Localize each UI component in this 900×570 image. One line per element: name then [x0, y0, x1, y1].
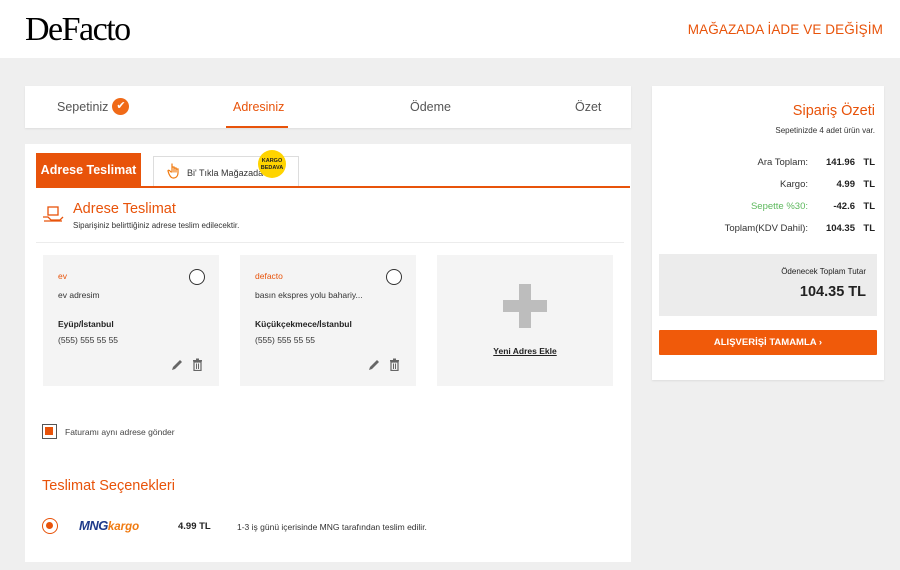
shipping-radio[interactable]: [42, 518, 58, 534]
address-phone: (555) 555 55 55: [58, 335, 119, 345]
invoice-same-checkbox[interactable]: [42, 424, 57, 439]
address-line: basın ekspres yolu bahariy...: [255, 290, 363, 300]
trash-icon[interactable]: [192, 358, 203, 371]
mng-kargo-logo: MNGkargo: [79, 518, 140, 533]
store-pickup-label: Bi' Tıkla Mağazada: [187, 168, 264, 178]
delivery-panel: Adrese Teslimat Bi' Tıkla Mağazada KARGO…: [25, 144, 631, 562]
add-address-card[interactable]: Yeni Adres Ekle: [437, 255, 613, 386]
address-name: defacto: [255, 271, 283, 281]
address-section-subtitle: Siparişiniz belirttiğiniz adrese teslim …: [73, 221, 240, 230]
address-radio[interactable]: [386, 269, 402, 285]
trash-icon[interactable]: [389, 358, 400, 371]
section-divider: [36, 242, 624, 243]
payable-total-label: Ödenecek Toplam Tutar: [781, 267, 866, 276]
invoice-same-label: Faturamı aynı adrese gönder: [65, 427, 175, 437]
address-city: Küçükçekmece/İstanbul: [255, 319, 352, 329]
brand-logo[interactable]: DeFacto: [25, 11, 131, 49]
address-name: ev: [58, 271, 67, 281]
payable-total-value: 104.35 TL: [799, 284, 866, 300]
step-cart-label: Sepetiniz: [57, 100, 109, 114]
step-address[interactable]: Adresiniz: [233, 100, 284, 114]
address-radio[interactable]: [189, 269, 205, 285]
plus-icon-vertical: [519, 284, 531, 328]
radio-dot: [46, 522, 53, 529]
store-return-link[interactable]: MAĞAZADA İADE VE DEĞİŞİM: [688, 22, 883, 37]
order-summary: Sipariş Özeti Sepetinizde 4 adet ürün va…: [652, 86, 884, 380]
add-address-link[interactable]: Yeni Adres Ekle: [437, 346, 613, 356]
summary-row-total: Toplam(KDV Dahil): 104.35 TL: [724, 223, 875, 234]
summary-row-subtotal: Ara Toplam: 141.96 TL: [757, 157, 875, 168]
delivery-truck-icon: [43, 206, 64, 222]
complete-purchase-button[interactable]: ALIŞVERİŞİ TAMAMLA ›: [659, 330, 877, 355]
address-card-ev[interactable]: ev ev adresim Eyüp/İstanbul (555) 555 55…: [43, 255, 219, 386]
badge-line-1: KARGO: [261, 158, 283, 164]
pencil-icon[interactable]: [368, 359, 380, 371]
step-cart[interactable]: Sepetiniz ✔: [57, 97, 130, 115]
summary-item-count: Sepetinizde 4 adet ürün var.: [775, 126, 875, 135]
checkout-steps: Sepetiniz ✔ Adresiniz Ödeme Özet: [25, 86, 631, 128]
checkbox-fill: [45, 427, 53, 435]
shipping-description: 1-3 iş günü içerisinde MNG tarafından te…: [237, 522, 427, 532]
step-payment[interactable]: Ödeme: [410, 100, 451, 114]
summary-title: Sipariş Özeti: [792, 103, 875, 119]
check-circle-icon: ✔: [112, 97, 130, 115]
pencil-icon[interactable]: [171, 359, 183, 371]
header: DeFacto MAĞAZADA İADE VE DEĞİŞİM: [0, 0, 900, 58]
address-line: ev adresim: [58, 290, 100, 300]
address-phone: (555) 555 55 55: [255, 335, 316, 345]
delivery-options-title: Teslimat Seçenekleri: [42, 478, 175, 494]
step-summary[interactable]: Özet: [575, 100, 601, 114]
free-shipping-badge: KARGO BEDAVA: [258, 150, 286, 178]
address-section-title: Adrese Teslimat: [73, 201, 176, 217]
hand-pointer-icon: [167, 163, 179, 179]
badge-line-2: BEDAVA: [260, 164, 284, 171]
payable-total-box: Ödenecek Toplam Tutar 104.35 TL: [659, 254, 877, 316]
summary-row-discount: Sepette %30: -42.6 TL: [750, 201, 875, 212]
active-step-underline: [226, 126, 288, 128]
shipping-price: 4.99 TL: [178, 521, 211, 532]
tab-home-delivery[interactable]: Adrese Teslimat: [36, 153, 141, 187]
address-city: Eyüp/İstanbul: [58, 319, 114, 329]
address-card-defacto[interactable]: defacto basın ekspres yolu bahariy... Kü…: [240, 255, 416, 386]
summary-row-shipping: Kargo: 4.99 TL: [780, 179, 875, 190]
